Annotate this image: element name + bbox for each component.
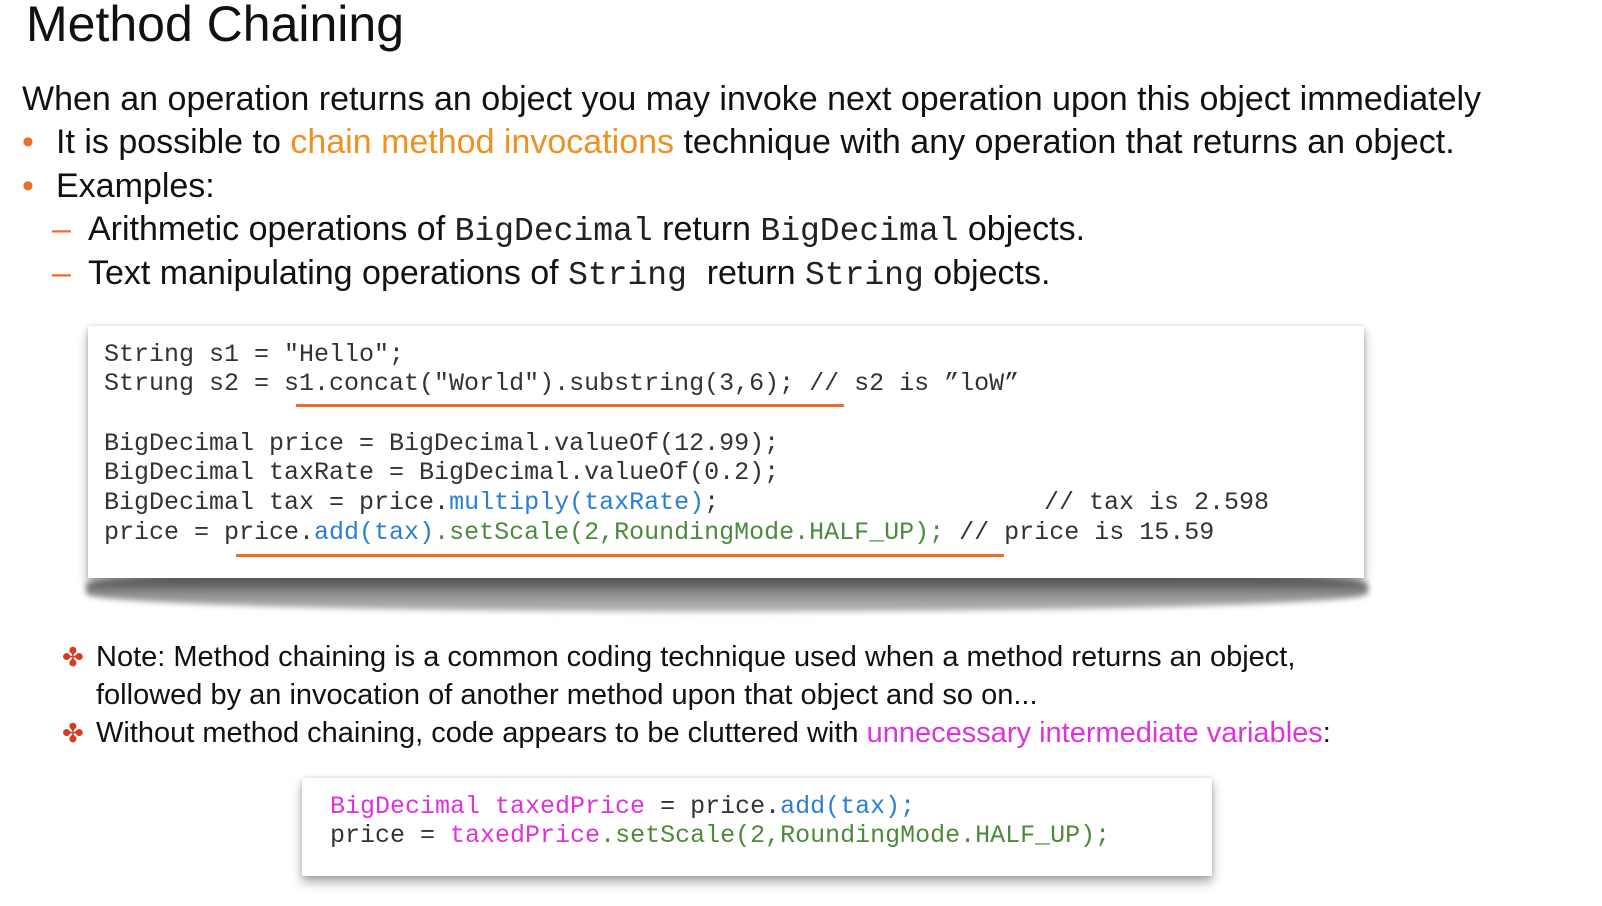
note-text: Without method chaining, code appears to…	[96, 717, 867, 749]
code-term: String	[568, 257, 707, 294]
sub-text: Arithmetic operations of	[88, 210, 455, 248]
code-term: String	[804, 257, 924, 294]
code-comment: // tax is 2.598	[1044, 488, 1270, 517]
method-call: .setScale(2,RoundingMode.HALF_UP);	[600, 821, 1111, 850]
note-without-chaining: ✤ Without method chaining, code appears t…	[62, 714, 1331, 752]
sub-text: objects.	[958, 210, 1086, 248]
dash-marker: –	[52, 254, 71, 292]
note-text: :	[1322, 717, 1331, 749]
chain-underline	[236, 554, 1004, 557]
note-marker-icon: ✤	[62, 642, 84, 672]
code-line: BigDecimal taxRate = BigDecimal.valueOf(…	[104, 458, 780, 487]
code-comment: // price is 15.59	[944, 518, 1215, 547]
code-line: Strung s2 = s1.concat("World").substring…	[104, 369, 1019, 399]
chained-call: s1.concat("World").substring(3,6);	[284, 369, 795, 398]
code-token: BigDecimal tax = price.	[104, 488, 450, 517]
code-line: BigDecimal taxedPrice = price.add(tax);	[330, 792, 915, 822]
code-token: price = price.	[104, 518, 315, 547]
sub-bullet-bigdecimal: – Arithmetic operations of BigDecimal ret…	[52, 208, 1085, 253]
sub-text: return	[652, 210, 761, 248]
dash-marker: –	[52, 210, 71, 248]
intermediate-variable: taxedPrice	[450, 821, 601, 850]
method-call: .setScale(2,RoundingMode.HALF_UP);	[434, 518, 945, 547]
bullet-dot: •	[22, 167, 34, 205]
method-call: add(tax);	[780, 792, 916, 821]
method-call: add(tax)	[314, 518, 435, 547]
bullet-dot: •	[22, 123, 34, 161]
note-chaining: ✤ Note: Method chaining is a common codin…	[62, 638, 1295, 676]
bullet-chain-invocations: • It is possible to chain method invocati…	[22, 121, 1455, 163]
intro-text: When an operation returns an object you …	[22, 80, 1482, 118]
chain-underline	[296, 404, 844, 407]
unchained-code-block: BigDecimal taxedPrice = price.add(tax); …	[302, 778, 1212, 876]
sub-text: objects.	[923, 254, 1051, 292]
code-line: price = price.add(tax).setScale(2,Roundi…	[104, 518, 1214, 548]
code-comment: // s2 is ”loW”	[794, 369, 1020, 398]
chain-highlight: chain method invocations	[290, 123, 675, 161]
examples-label: Examples:	[56, 167, 215, 205]
code-token: = price.	[645, 792, 781, 821]
sub-text: return	[706, 254, 805, 292]
code-line: String s1 = "Hello";	[104, 340, 405, 369]
code-term: BigDecimal	[760, 213, 959, 250]
code-line: BigDecimal price = BigDecimal.valueOf(12…	[104, 429, 780, 458]
sub-bullet-string: – Text manipulating operations of String …	[52, 252, 1050, 297]
bullet-text-post: technique with any operation that return…	[674, 123, 1455, 161]
code-token: ;	[704, 488, 720, 517]
intermediate-highlight: unnecessary intermediate variables	[866, 717, 1323, 749]
sub-text: Text manipulating operations of	[88, 254, 569, 292]
bullet-examples: • Examples:	[22, 165, 215, 207]
chaining-code-block: String s1 = "Hello"; Strung s2 = s1.conc…	[88, 326, 1364, 578]
code-token: Strung s2 =	[104, 369, 285, 398]
bullet-text-pre: It is possible to	[56, 123, 291, 161]
code-line: price = taxedPrice.setScale(2,RoundingMo…	[330, 821, 1110, 851]
note-marker-icon: ✤	[62, 718, 84, 748]
method-call: multiply(taxRate)	[449, 488, 705, 517]
code-token: price =	[330, 821, 451, 850]
intermediate-variable: BigDecimal taxedPrice	[330, 792, 646, 821]
slide-title: Method Chaining	[26, 0, 405, 52]
note-text: Note: Method chaining is a common coding…	[96, 641, 1296, 673]
code-term: BigDecimal	[454, 213, 653, 250]
note-continuation: followed by an invocation of another met…	[96, 679, 1038, 711]
code-line: BigDecimal tax = price.multiply(taxRate)…	[104, 488, 719, 518]
